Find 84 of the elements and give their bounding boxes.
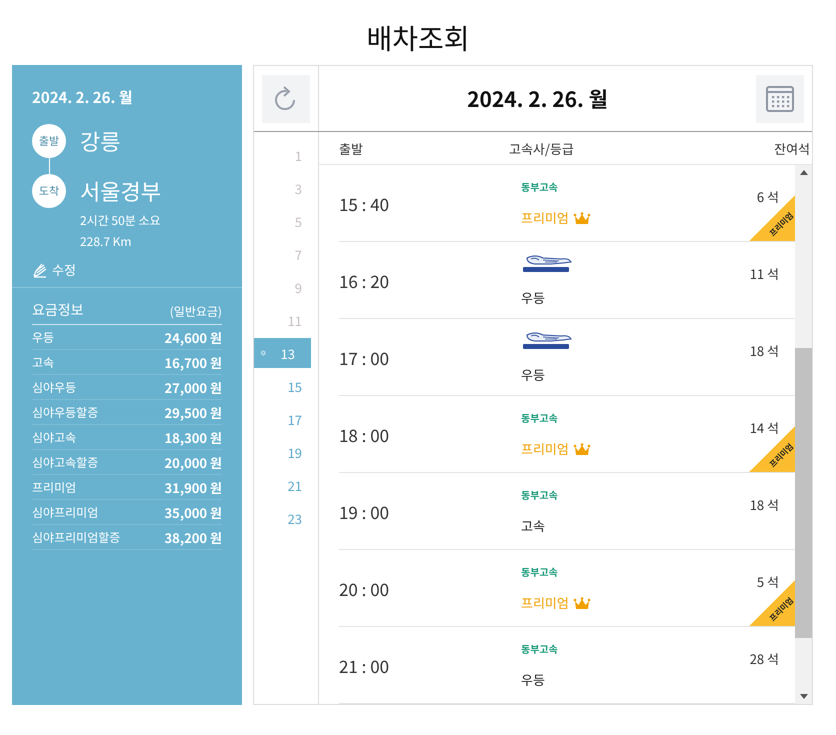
hour-item[interactable]: 13 (254, 338, 311, 368)
hour-item[interactable]: 3 (254, 173, 318, 203)
fare-price: 38,200 원 (164, 528, 222, 546)
company-name: 동부고속 (521, 487, 558, 502)
hour-item[interactable]: 15 (254, 371, 318, 401)
fare-price: 29,500 원 (164, 402, 222, 422)
fare-grade: 우등 (32, 328, 54, 346)
calendar-button[interactable] (756, 74, 804, 122)
arrival-badge: 도착 (32, 174, 66, 208)
company-name: 동부고속 (521, 410, 558, 425)
hour-item[interactable]: 1 (254, 140, 318, 170)
fare-price: 35,000 원 (164, 502, 222, 522)
bus-grade: 프리미엄 (521, 208, 569, 227)
bus-grade: 고속 (521, 516, 545, 535)
company-name: 동부고속 (521, 179, 558, 194)
hour-item[interactable]: 11 (254, 305, 318, 335)
crown-icon (573, 443, 591, 457)
departure-place: 강릉 (80, 125, 120, 157)
scrollbar[interactable] (795, 165, 812, 704)
departure-badge: 출발 (32, 124, 66, 158)
fare-price: 27,000 원 (164, 378, 222, 396)
scroll-thumb[interactable] (795, 348, 812, 638)
distance-text: 228.7 Km (80, 233, 133, 250)
scroll-down-arrow-icon[interactable] (800, 694, 808, 699)
fare-price: 16,700 원 (164, 352, 222, 372)
fare-note: (일반요금) (170, 303, 222, 320)
company-name: 동부고속 (521, 641, 558, 656)
departure-time: 15 : 40 (339, 190, 390, 216)
column-header: 고속사/등급 (509, 138, 575, 158)
hour-item[interactable]: 7 (254, 239, 318, 269)
hour-item[interactable]: 9 (254, 272, 318, 302)
crown-icon (573, 212, 591, 226)
fare-price: 24,600 원 (164, 328, 222, 346)
fare-grade: 심야프리미엄 (32, 504, 98, 520)
remaining-seats: 11 석 (719, 264, 779, 282)
remaining-seats: 14 석 (719, 418, 779, 436)
schedule-date: 2024. 2. 26. 월 (466, 84, 609, 114)
bus-grade: 우등 (521, 670, 545, 689)
fare-price: 20,000 원 (164, 452, 222, 472)
travel-date: 2024. 2. 26. 월 (31, 86, 134, 108)
schedule-row[interactable]: 16 : 20 우등 11 석 (339, 242, 795, 319)
calendar-icon (766, 84, 794, 112)
bus-grade: 프리미엄 (521, 593, 569, 612)
schedule-row[interactable]: 17 : 00 우등 18 석 (339, 319, 795, 396)
column-header: 출발 (339, 138, 364, 158)
page-title: 배차조회 (365, 17, 471, 60)
scroll-up-arrow-icon[interactable] (800, 170, 808, 175)
remaining-seats: 18 석 (719, 340, 779, 360)
company-name: 동부고속 (521, 564, 558, 579)
departure-time: 17 : 00 (339, 344, 390, 370)
hour-item[interactable]: 23 (254, 503, 318, 533)
hour-item[interactable]: 5 (254, 206, 318, 236)
hour-item[interactable]: 21 (254, 470, 318, 500)
remaining-seats: 18 석 (719, 494, 779, 514)
arrival-place: 서울경부 (80, 175, 161, 207)
fare-grade: 심야우등할증 (32, 404, 98, 420)
crown-icon (573, 597, 591, 611)
departure-time: 21 : 00 (339, 652, 390, 678)
fare-grade: 심야우등 (32, 378, 76, 396)
fare-grade: 심야고속할증 (32, 454, 98, 470)
refresh-button[interactable] (262, 74, 310, 122)
remaining-seats: 28 석 (719, 648, 779, 668)
fare-price: 31,900 원 (164, 478, 222, 496)
departure-time: 19 : 00 (339, 498, 390, 524)
fare-grade: 고속 (32, 354, 54, 370)
bus-grade: 프리미엄 (521, 439, 569, 458)
bus-grade: 우등 (521, 288, 545, 306)
fare-price: 18,300 원 (164, 428, 222, 446)
edit-button[interactable]: 수정 (12, 250, 96, 279)
remaining-seats: 6 석 (719, 186, 779, 206)
fare-grade: 프리미엄 (32, 478, 76, 496)
hour-item[interactable]: 19 (254, 437, 318, 467)
fare-grade: 심야고속 (32, 428, 76, 446)
fare-grade: 심야프리미엄할증 (32, 528, 120, 546)
departure-time: 16 : 20 (339, 268, 390, 292)
remaining-seats: 5 석 (719, 572, 779, 590)
pencil-icon (32, 262, 48, 278)
departure-time: 18 : 00 (339, 422, 390, 446)
bus-grade: 우등 (521, 364, 545, 384)
duration-text: 2시간 50분 소요 (80, 212, 162, 229)
fare-title: 요금정보 (32, 300, 84, 320)
column-header: 잔여석 (774, 138, 810, 158)
departure-time: 20 : 00 (339, 576, 390, 600)
hour-item[interactable]: 17 (254, 404, 318, 434)
